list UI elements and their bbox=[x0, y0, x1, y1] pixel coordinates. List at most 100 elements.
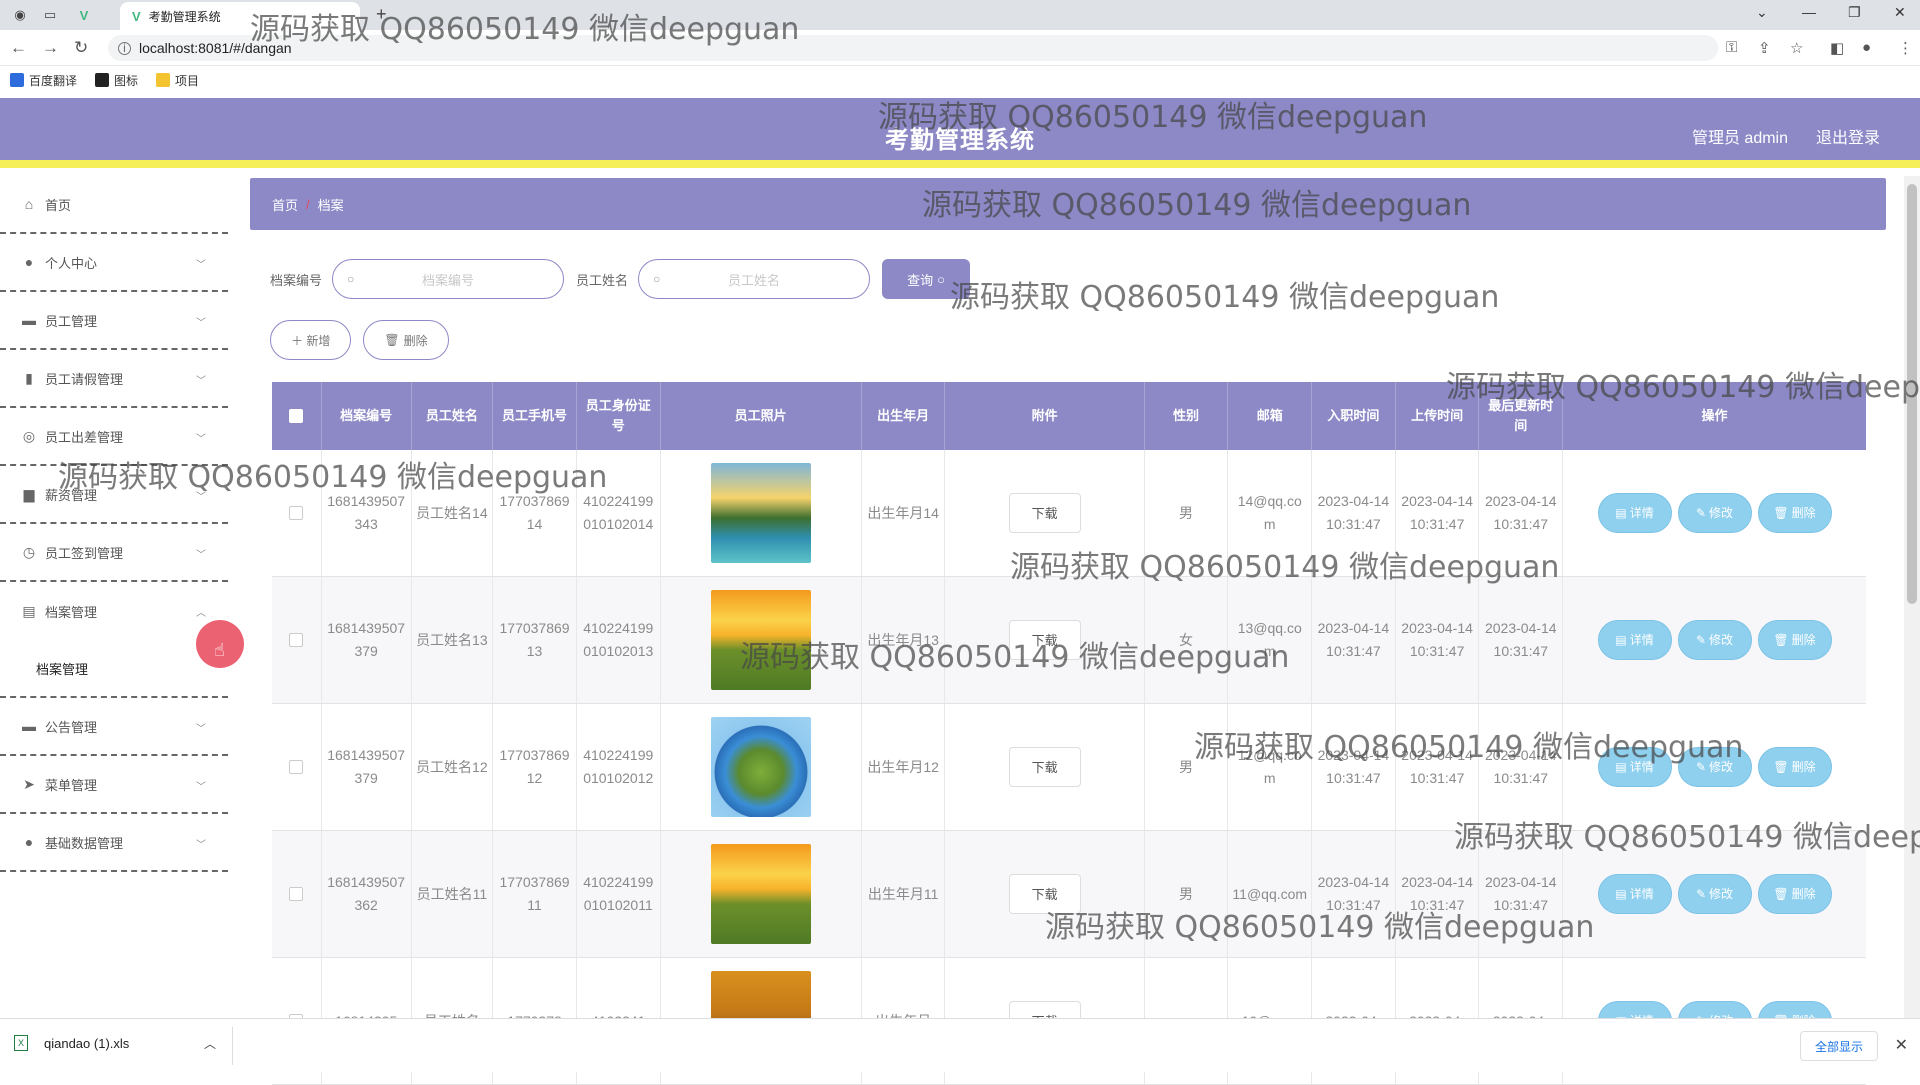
forward-icon[interactable]: → bbox=[42, 38, 59, 58]
header-idcard: 员工身份证号 bbox=[577, 382, 661, 450]
employee-photo[interactable] bbox=[710, 463, 811, 563]
archive-no-cell: 1681439507379 bbox=[322, 704, 412, 830]
archive-no-input[interactable]: ○ 档案编号 bbox=[332, 259, 565, 299]
add-button-label: ＋ 新增 bbox=[291, 333, 331, 348]
sidebar-item-employee-mgmt[interactable]: ▬ 员工管理 ﹀ bbox=[0, 292, 228, 350]
detail-button[interactable]: ▤详情 bbox=[1597, 620, 1672, 660]
batch-delete-button[interactable]: 🗑 删除 bbox=[363, 320, 449, 360]
row-checkbox[interactable] bbox=[289, 887, 304, 901]
detail-button[interactable]: ▤详情 bbox=[1597, 747, 1672, 787]
sidebar-item-archive-mgmt[interactable]: ▤ 档案管理 ︿ bbox=[0, 582, 228, 640]
more-menu-icon[interactable]: ⋮ bbox=[1898, 39, 1913, 57]
birth-cell: 出生年月12 bbox=[862, 704, 946, 830]
show-all-downloads-button[interactable]: 全部显示 bbox=[1799, 1031, 1878, 1061]
download-item[interactable]: X qiandao (1).xls bbox=[14, 1035, 129, 1051]
new-tab-button[interactable]: + bbox=[376, 4, 387, 25]
sidebar-toggle-icon[interactable]: ◧ bbox=[1830, 39, 1844, 57]
birth-cell: 出生年月13 bbox=[862, 577, 946, 703]
site-info-icon[interactable]: i bbox=[118, 41, 131, 55]
sidebar-item-menu-mgmt[interactable]: ➤ 菜单管理 ﹀ bbox=[0, 756, 228, 814]
delete-button[interactable]: 🗑删除 bbox=[1757, 493, 1832, 533]
employee-name-input[interactable]: ○ 员工姓名 bbox=[638, 259, 871, 299]
blank-tab-icon[interactable]: ▭ bbox=[38, 5, 62, 25]
delete-button[interactable]: 🗑删除 bbox=[1757, 747, 1832, 787]
photo-cell bbox=[661, 831, 862, 957]
action-bar: ＋ 新增 🗑 删除 bbox=[270, 320, 461, 360]
bookmark-baidu-translate[interactable]: 百度翻译 bbox=[10, 72, 77, 89]
bookmark-icons[interactable]: 图标 bbox=[95, 72, 138, 89]
add-button[interactable]: ＋ 新增 bbox=[270, 320, 352, 360]
hire-time-cell: 2023-04-14 10:31:47 bbox=[1312, 450, 1396, 576]
github-tab-icon[interactable]: ◉ bbox=[8, 5, 32, 25]
attachment-cell: 下载 bbox=[945, 831, 1145, 957]
edit-button[interactable]: ✎修改 bbox=[1677, 874, 1752, 914]
delete-button[interactable]: 🗑删除 bbox=[1757, 874, 1832, 914]
sidebar-item-signin-mgmt[interactable]: ◷ 员工签到管理 ﹀ bbox=[0, 524, 228, 582]
sidebar-subitem-archive[interactable]: 档案管理 bbox=[0, 640, 228, 698]
sidebar-item-salary-mgmt[interactable]: ▆ 薪资管理 ﹀ bbox=[0, 466, 228, 524]
row-checkbox[interactable] bbox=[289, 633, 304, 647]
scroll-thumb[interactable] bbox=[1907, 184, 1917, 604]
row-checkbox[interactable] bbox=[289, 760, 304, 774]
excel-file-icon: X bbox=[14, 1035, 28, 1051]
logout-link[interactable]: 退出登录 bbox=[1816, 124, 1880, 148]
restore-button[interactable]: ❐ bbox=[1848, 4, 1861, 21]
sidebar-item-label: 员工出差管理 bbox=[45, 429, 124, 445]
download-button[interactable]: 下载 bbox=[1008, 620, 1081, 660]
key-icon[interactable]: ⚿ bbox=[1726, 39, 1737, 56]
star-icon[interactable]: ☆ bbox=[1790, 39, 1803, 57]
share-icon[interactable]: ⇪ bbox=[1758, 39, 1771, 57]
chevron-down-icon: ﹀ bbox=[196, 318, 206, 329]
vue-tab-icon[interactable]: V bbox=[72, 5, 96, 25]
hire-time-cell: 2023-04-14 10:31:47 bbox=[1312, 704, 1396, 830]
edit-label: 修改 bbox=[1709, 505, 1734, 520]
reload-icon[interactable]: ↻ bbox=[74, 38, 88, 58]
trash-icon: 🗑 bbox=[1773, 759, 1789, 774]
tab-search-icon[interactable]: ⌄ bbox=[1756, 4, 1768, 21]
download-button[interactable]: 下载 bbox=[1008, 747, 1081, 787]
current-user: 管理员 admin bbox=[1691, 130, 1788, 147]
employee-photo[interactable] bbox=[710, 717, 811, 817]
sidebar-item-base-data-mgmt[interactable]: ● 基础数据管理 ﹀ bbox=[0, 814, 228, 872]
user-icon: ● bbox=[24, 254, 34, 270]
chevron-up-icon[interactable]: ︿ bbox=[204, 1035, 216, 1052]
download-button[interactable]: 下载 bbox=[1008, 874, 1081, 914]
edit-button[interactable]: ✎修改 bbox=[1677, 620, 1752, 660]
url-text: localhost:8081/#/dangan bbox=[139, 40, 292, 56]
detail-button[interactable]: ▤详情 bbox=[1597, 493, 1672, 533]
detail-button[interactable]: ▤详情 bbox=[1597, 874, 1672, 914]
select-all-checkbox[interactable] bbox=[289, 409, 304, 423]
sidebar-item-trip-mgmt[interactable]: ◎ 员工出差管理 ﹀ bbox=[0, 408, 228, 466]
sidebar-item-leave-mgmt[interactable]: ▮ 员工请假管理 ﹀ bbox=[0, 350, 228, 408]
detail-label: 详情 bbox=[1629, 632, 1654, 647]
attachment-cell: 下载 bbox=[945, 577, 1145, 703]
file-icon: ▤ bbox=[1615, 632, 1627, 647]
employee-photo[interactable] bbox=[710, 590, 811, 690]
row-checkbox[interactable] bbox=[289, 506, 304, 520]
download-button[interactable]: 下载 bbox=[1008, 493, 1081, 533]
breadcrumb-home[interactable]: 首页 bbox=[272, 195, 298, 214]
address-bar: ← → ↻ i localhost:8081/#/dangan ⚿ ⇪ ☆ ◧ … bbox=[0, 30, 1920, 66]
employee-photo[interactable] bbox=[710, 844, 811, 944]
bookmark-project[interactable]: 项目 bbox=[156, 72, 199, 89]
back-icon[interactable]: ← bbox=[10, 38, 27, 58]
url-field[interactable]: i localhost:8081/#/dangan bbox=[108, 35, 1718, 61]
query-button[interactable]: 查询 ○ bbox=[882, 259, 971, 299]
row-select-cell bbox=[272, 831, 322, 957]
detail-label: 详情 bbox=[1629, 505, 1654, 520]
edit-button[interactable]: ✎修改 bbox=[1677, 493, 1752, 533]
close-icon[interactable]: ✕ bbox=[1895, 1035, 1908, 1055]
header-phone: 员工手机号 bbox=[493, 382, 577, 450]
sidebar-item-home[interactable]: ⌂ 首页 bbox=[0, 176, 228, 234]
page-scrollbar[interactable] bbox=[1904, 176, 1920, 1018]
active-tab[interactable]: V 考勤管理系统 bbox=[120, 2, 360, 30]
sidebar-item-label: 菜单管理 bbox=[45, 777, 98, 793]
close-window-button[interactable]: ✕ bbox=[1894, 4, 1906, 21]
tab-title: 考勤管理系统 bbox=[148, 9, 221, 24]
edit-button[interactable]: ✎修改 bbox=[1677, 747, 1752, 787]
sidebar-item-notice-mgmt[interactable]: ▬ 公告管理 ﹀ bbox=[0, 698, 228, 756]
sidebar-item-personal-center[interactable]: ● 个人中心 ﹀ bbox=[0, 234, 228, 292]
profile-icon[interactable]: ● bbox=[1862, 39, 1871, 56]
delete-button[interactable]: 🗑删除 bbox=[1757, 620, 1832, 660]
minimize-button[interactable]: — bbox=[1802, 4, 1816, 20]
